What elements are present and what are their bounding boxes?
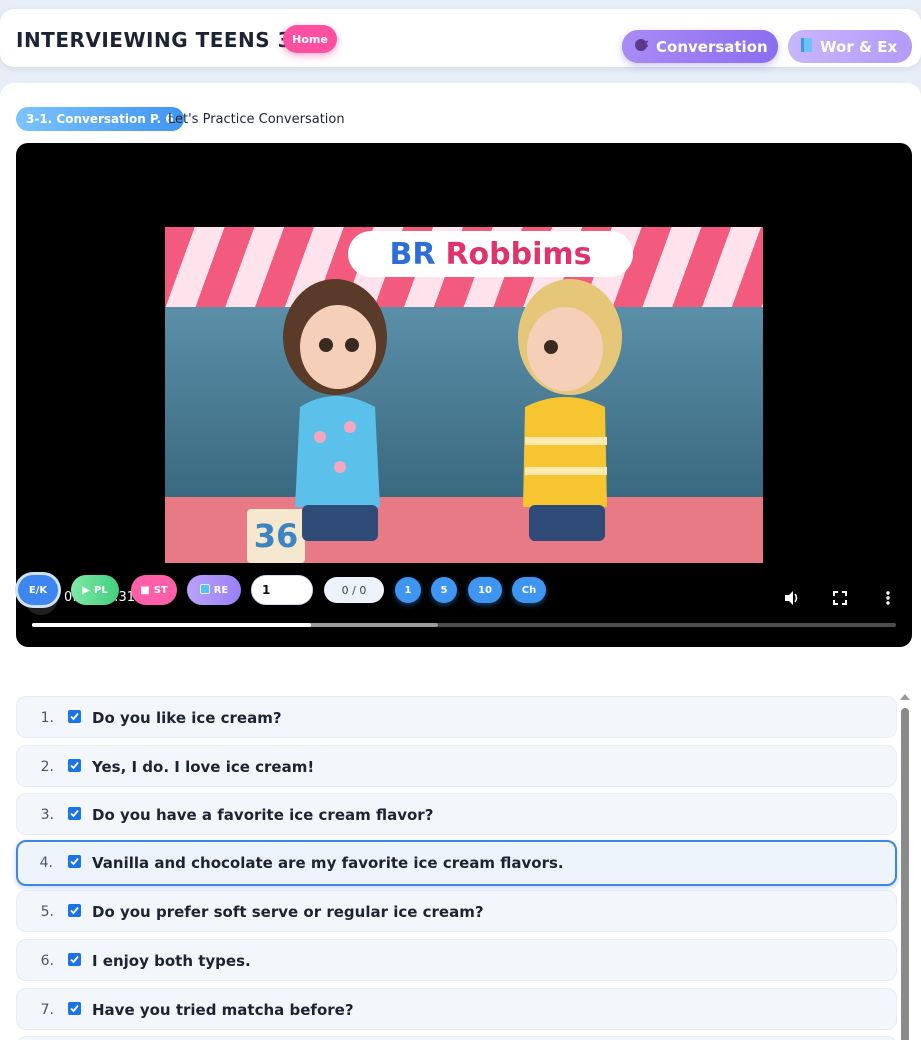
video-played-fill [32,623,311,627]
nav-conversation-button[interactable]: Conversation [622,30,778,63]
nav-conversation-label: Conversation [656,37,768,56]
sentence-row[interactable]: 1. Do you like ice cream? [16,696,897,738]
sentence-number: 5. [40,904,54,920]
speaking-head-icon [634,37,650,57]
fullscreen-icon[interactable] [829,587,851,609]
sentence-checkbox[interactable] [68,710,81,723]
video-frame: BR Robbims 36 [165,227,763,563]
video-progress-bar[interactable] [32,623,896,627]
sentence-checkbox[interactable] [68,953,81,966]
blonde-girl-figure [518,279,622,541]
home-button[interactable]: Home [283,25,337,53]
play-list-button[interactable]: ▶ PL [71,575,119,605]
progress-count: 0 / 0 [324,577,384,603]
book-icon [800,37,814,57]
repeat-1-button[interactable]: 1 [395,577,421,603]
repeat-5-button[interactable]: 5 [431,577,457,603]
more-options-icon[interactable] [877,587,899,609]
nav-word-ex-label: Wor & Ex [820,37,898,56]
repeat-button[interactable]: RE [187,575,241,605]
sentence-number: 2. [40,759,54,775]
sentence-row[interactable]: 3. Do you have a favorite ice cream flav… [16,793,897,835]
sentence-number: 1. [40,710,54,726]
ek-toggle-button[interactable]: E/K [18,575,58,605]
sentence-text: Vanilla and chocolate are my favorite ic… [92,854,564,872]
stop-square-icon: ■ [140,584,150,596]
sentence-text: Do you have a favorite ice cream flavor? [92,806,434,824]
section-badge: 3-1. Conversation P. 6 [16,107,184,131]
play-list-label: PL [94,584,108,596]
sentence-row-active[interactable]: 4. Vanilla and chocolate are my favorite… [16,840,897,886]
sentence-checkbox[interactable] [68,855,81,868]
nav-word-ex-button[interactable]: Wor & Ex [788,30,912,63]
brunette-girl-figure [283,279,387,541]
sentence-text: Do you prefer soft serve or regular ice … [92,903,484,921]
stop-button[interactable]: ■ ST [131,575,177,605]
check-all-button[interactable]: Ch [512,577,546,603]
sentence-row[interactable]: 7. Have you tried matcha before? [16,988,897,1030]
sentence-text: I enjoy both types. [92,952,251,970]
sentence-number: 6. [40,953,54,969]
scroll-up-arrow-icon[interactable] [900,694,910,700]
repeat-10-button[interactable]: 10 [468,577,502,603]
sentence-row[interactable]: 2. Yes, I do. I love ice cream! [16,745,897,787]
sentence-row[interactable]: 5. Do you prefer soft serve or regular i… [16,890,897,932]
sentence-checkbox[interactable] [68,904,81,917]
sentence-number: 7. [40,1002,54,1018]
list-scrollbar[interactable] [900,694,910,1040]
sentence-checkbox[interactable] [68,759,81,772]
section-title: Let's Practice Conversation [168,112,345,127]
sentence-checkbox[interactable] [68,807,81,820]
sentence-row-partial[interactable] [16,1036,897,1040]
sentence-text: Yes, I do. I love ice cream! [92,758,315,776]
sentence-index-input[interactable] [251,575,313,605]
sentence-checkbox[interactable] [68,1002,81,1015]
play-triangle-icon: ▶ [82,584,90,596]
video-player[interactable]: BR Robbims 36 0:31 [16,143,912,647]
volume-icon[interactable] [781,587,803,609]
repeat-label: RE [213,584,229,596]
top-header: INTERVIEWING TEENS 3-1 Home Conversation… [0,9,921,67]
sentence-number: 3. [40,807,54,823]
scroll-thumb[interactable] [901,708,909,1040]
stop-label: ST [153,584,168,596]
sentence-text: Do you like ice cream? [92,709,282,727]
sentence-row[interactable]: 6. I enjoy both types. [16,939,897,981]
sentence-number: 4. [39,855,53,871]
repeat-icon [199,583,210,597]
app-title: INTERVIEWING TEENS 3-1 [16,28,316,52]
sentence-text: Have you tried matcha before? [92,1001,354,1019]
